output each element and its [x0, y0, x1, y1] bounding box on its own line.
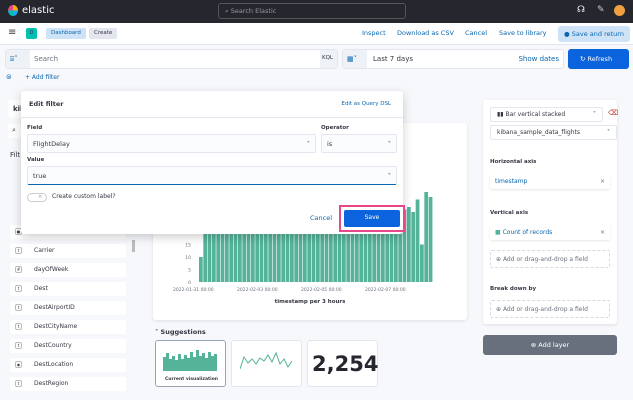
field-item[interactable]: t DestCityName	[10, 320, 126, 334]
y-tick-label: 5	[188, 268, 191, 274]
field-item[interactable]: t Carrier	[10, 244, 126, 258]
field-type-icon: t	[15, 380, 22, 387]
index-select[interactable]: kibana_sample_data_flights ˅	[490, 125, 617, 140]
field-type-icon: t	[15, 342, 22, 349]
cancel-link[interactable]: Cancel	[465, 29, 487, 37]
edit-filter-popover: Edit filter Edit as Query DSL Field Flig…	[21, 91, 405, 234]
horizontal-axis-field[interactable]: timestamp ×	[490, 174, 610, 189]
y-tick-label: 10	[185, 255, 191, 261]
horizontal-axis-label: Horizontal axis	[490, 159, 537, 165]
bar[interactable]	[424, 192, 429, 282]
clear-layer-icon[interactable]: ⌫	[608, 109, 618, 117]
add-breakdown-field[interactable]: ⊕ Add or drag-and-drop a field	[490, 300, 610, 318]
field-type-icon: t	[15, 304, 22, 311]
y-tick-label: 0	[188, 280, 191, 286]
suggestion-line[interactable]	[231, 340, 302, 387]
x-tick-label: 2022-02-07 00:00	[365, 287, 406, 293]
add-vertical-field[interactable]: ⊕ Add or drag-and-drop a field	[490, 250, 610, 268]
suggestion-metric[interactable]: 2,254	[307, 340, 378, 387]
bar[interactable]	[420, 244, 424, 283]
layer-config-panel: ▮▮ Bar vertical stacked ˅ ⌫ kibana_sampl…	[483, 100, 618, 324]
space-badge[interactable]: D	[26, 28, 37, 39]
value-select[interactable]: true ˅	[27, 166, 397, 185]
elastic-logo[interactable]: elastic	[8, 5, 54, 16]
field-type-icon: #	[15, 266, 22, 273]
divider	[21, 117, 403, 118]
date-range[interactable]: Last 7 days	[373, 55, 413, 63]
field-item[interactable]: ◉ DestLocation	[10, 358, 126, 372]
custom-label-text: Create custom label?	[52, 193, 116, 200]
custom-label-toggle[interactable]: ×	[27, 193, 47, 202]
date-picker: ▦˅ Last 7 days Show dates	[342, 49, 564, 69]
break-down-label: Break down by	[490, 286, 537, 292]
inspect-link[interactable]: Inspect	[362, 29, 386, 37]
vertical-axis-label: Vertical axis	[490, 210, 529, 216]
refresh-button[interactable]: ↻ Refresh	[568, 49, 629, 69]
news-icon[interactable]: ✎	[597, 5, 605, 15]
menu-icon[interactable]: ≡	[8, 27, 16, 38]
bar[interactable]	[428, 197, 433, 282]
add-filter-link[interactable]: + Add filter	[25, 74, 59, 81]
calendar-icon[interactable]: ▦˅	[343, 50, 367, 68]
field-item[interactable]: # dayOfWeek	[10, 263, 126, 277]
field-type-icon: t	[15, 285, 22, 292]
suggestions-title[interactable]: ˅ Suggestions	[155, 328, 206, 336]
top-nav: elastic ⌕ Search Elastic ☊ ✎	[0, 0, 633, 23]
kql-button[interactable]: KQL	[320, 50, 337, 68]
chart-type-select[interactable]: ▮▮ Bar vertical stacked ˅	[490, 107, 603, 122]
query-bar: ⌸˅ Search KQL	[5, 49, 338, 69]
remove-icon[interactable]: ×	[600, 178, 605, 185]
field-item[interactable]: t Dest	[10, 282, 126, 296]
help-icon[interactable]: ☊	[577, 5, 585, 15]
y-tick-label: 15	[185, 243, 191, 249]
field-item[interactable]: t DestCountry	[10, 339, 126, 353]
saved-query-icon[interactable]: ⌸˅	[6, 50, 30, 68]
x-axis-title: timestamp per 3 hours	[274, 299, 346, 305]
vertical-axis-field[interactable]: ■ Count of records ×	[490, 225, 610, 240]
operator-label: Operator	[321, 125, 349, 131]
field-item[interactable]: t DestAirportID	[10, 301, 126, 315]
x-tick-label: 2022-02-03 00:00	[237, 287, 278, 293]
avatar[interactable]	[614, 5, 625, 16]
filter-by-type[interactable]: Filt	[10, 151, 20, 159]
elastic-logo-icon	[8, 5, 18, 16]
suggestion-current[interactable]: Current visualization	[155, 340, 226, 387]
x-tick-label: 2022-01-31 00:00	[173, 287, 214, 293]
suggestion-line-thumbnail	[240, 351, 293, 370]
bar[interactable]	[411, 212, 416, 282]
global-search-input[interactable]: ⌕ Search Elastic	[218, 3, 406, 19]
field-type-icon: t	[15, 247, 22, 254]
popover-title: Edit filter	[29, 100, 64, 108]
suggestion-bars-thumbnail	[163, 350, 217, 371]
bar[interactable]	[415, 199, 420, 283]
bar[interactable]	[407, 207, 411, 282]
cancel-button[interactable]: Cancel	[310, 214, 332, 222]
value-label: Value	[27, 157, 45, 163]
operator-select[interactable]: is ˅	[321, 134, 397, 153]
save-and-return-button[interactable]: ● Save and return	[558, 26, 630, 42]
breadcrumb-dashboard[interactable]: Dashboard	[46, 28, 86, 39]
save-button[interactable]: Save	[344, 210, 400, 227]
breadcrumb-create: Create	[89, 28, 118, 39]
filter-options-icon[interactable]: ⊜	[6, 73, 12, 81]
field-type-icon: t	[15, 323, 22, 330]
add-layer-button[interactable]: ⊗ Add layer	[483, 335, 617, 355]
field-item[interactable]: t DestRegion	[10, 377, 126, 391]
field-label: Field	[27, 125, 43, 131]
field-type-icon: ◉	[15, 361, 22, 368]
bar[interactable]	[199, 257, 203, 282]
edit-as-dsl-link[interactable]: Edit as Query DSL	[341, 101, 391, 107]
save-to-library-link[interactable]: Save to library	[499, 29, 547, 37]
download-csv-link[interactable]: Download as CSV	[397, 29, 454, 37]
sidebar-scrollbar[interactable]	[132, 240, 135, 252]
remove-icon[interactable]: ×	[600, 229, 605, 236]
x-tick-label: 2022-02-05 00:00	[301, 287, 342, 293]
app-header: ≡ D Dashboard Create Inspect Download as…	[0, 23, 633, 45]
search-input[interactable]: Search	[34, 55, 58, 63]
field-select[interactable]: FlightDelay ˅	[27, 134, 316, 153]
show-dates-link[interactable]: Show dates	[518, 55, 559, 63]
